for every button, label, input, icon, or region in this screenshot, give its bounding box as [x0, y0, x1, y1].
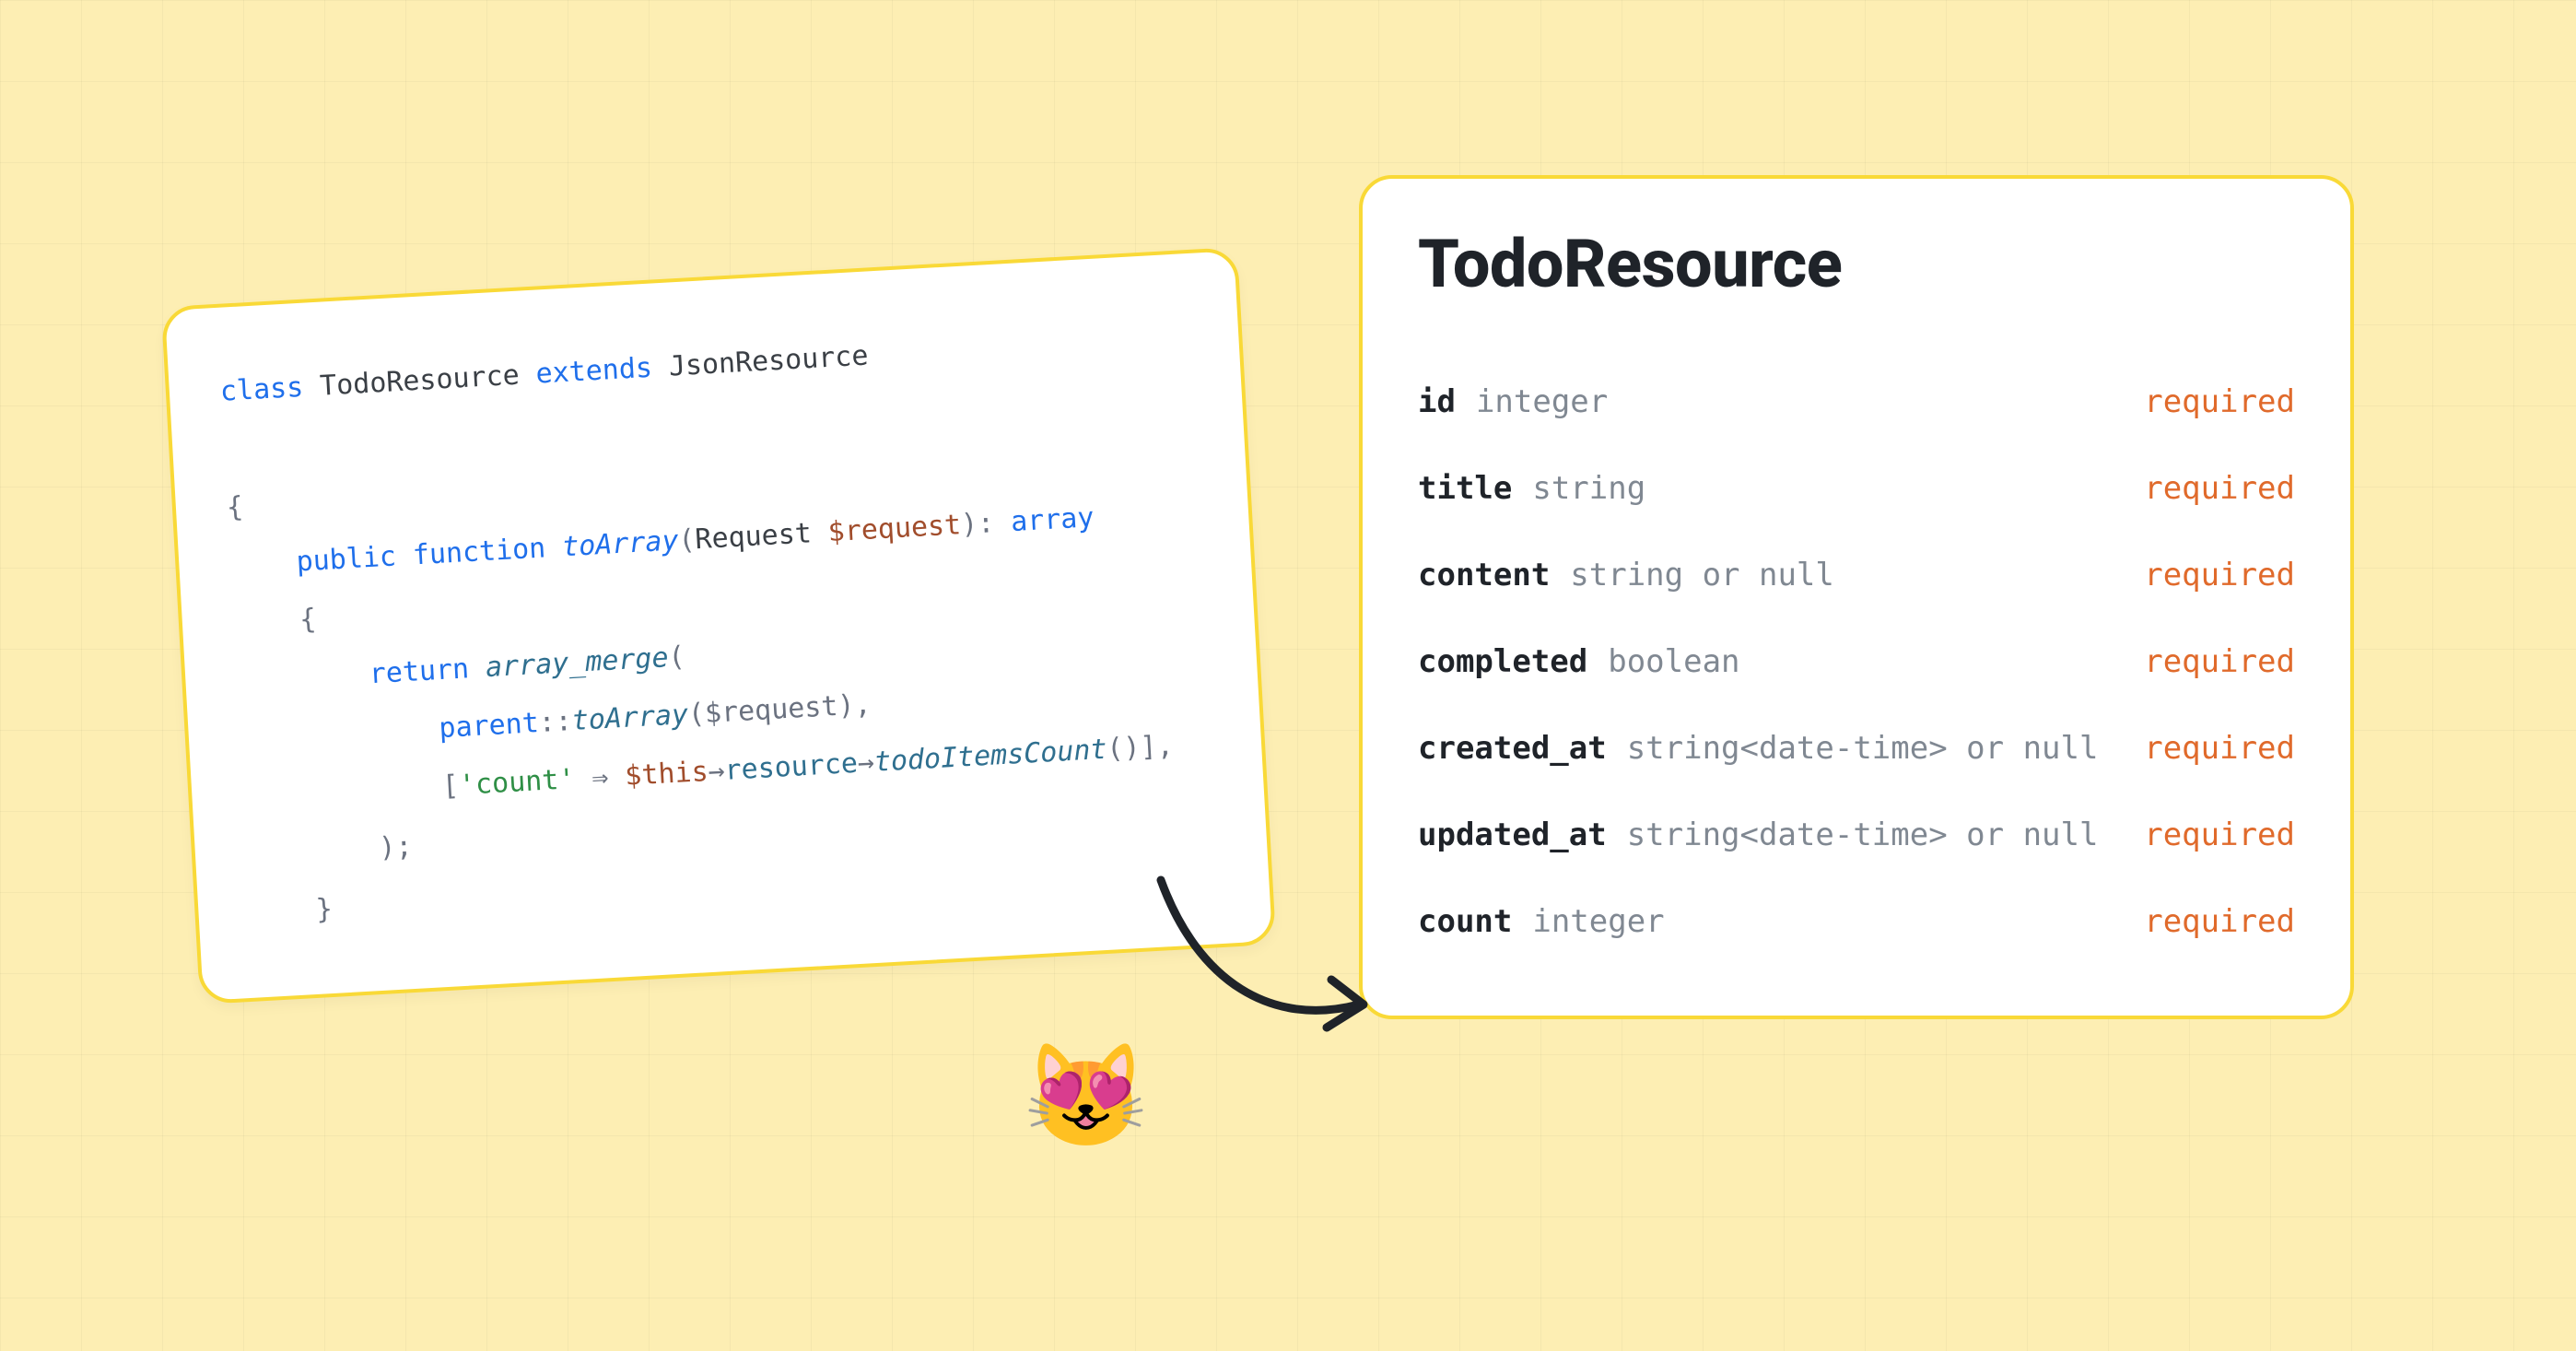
- prop-resource: resource: [724, 747, 859, 787]
- classname-todoresource: TodoResource: [319, 359, 520, 403]
- brace-close-2: }: [315, 893, 334, 926]
- schema-row: count integer required: [1418, 878, 2295, 965]
- classname-jsonresource: JsonResource: [668, 340, 869, 383]
- schema-row-left: created_at string<date-time> or null: [1418, 733, 2098, 764]
- field-name: id: [1418, 386, 1456, 417]
- call-todoitemscount: todoItemsCount: [873, 734, 1107, 779]
- field-name: content: [1418, 559, 1550, 591]
- schema-title: TodoResource: [1418, 225, 2295, 303]
- paren-open-2: (: [667, 640, 685, 674]
- field-type: integer: [1532, 906, 1664, 937]
- schema-card: TodoResource id integer required title s…: [1359, 175, 2354, 1019]
- keyword-return: return: [369, 652, 470, 690]
- schema-row: created_at string<date-time> or null req…: [1418, 705, 2295, 792]
- fn-array-merge: array_merge: [485, 641, 669, 684]
- paren-open: (: [677, 523, 696, 557]
- keyword-parent: parent: [439, 707, 540, 745]
- brace-open: {: [226, 491, 244, 524]
- field-type: boolean: [1608, 646, 1739, 677]
- keyword-class: class: [219, 371, 304, 408]
- code-snippet-card: class TodoResource extends JsonResource …: [161, 247, 1276, 1004]
- code-block: class TodoResource extends JsonResource …: [218, 309, 1219, 943]
- field-type: string<date-time> or null: [1627, 733, 2099, 764]
- schema-row-left: id integer: [1418, 386, 1608, 417]
- field-name: title: [1418, 473, 1512, 504]
- field-type: integer: [1476, 386, 1608, 417]
- schema-row-left: content string or null: [1418, 559, 1834, 591]
- return-type-array: array: [1010, 501, 1095, 538]
- field-required: required: [2144, 819, 2295, 851]
- field-required: required: [2144, 646, 2295, 677]
- schema-row: title string required: [1418, 445, 2295, 532]
- field-type: string<date-time> or null: [1627, 819, 2099, 851]
- keyword-function: function: [412, 532, 546, 571]
- field-type: string: [1532, 473, 1645, 504]
- field-name: count: [1418, 906, 1512, 937]
- string-count: 'count': [458, 763, 576, 802]
- field-required: required: [2144, 559, 2295, 591]
- schema-row: content string or null required: [1418, 532, 2295, 618]
- classname-request: Request: [695, 517, 813, 556]
- var-this: $this: [624, 756, 708, 793]
- thin-arrow-1: →: [708, 755, 726, 788]
- paren-close-colon: ):: [960, 507, 995, 541]
- call-toarray: toArray: [571, 699, 689, 737]
- brace-open-2: {: [299, 603, 317, 636]
- schema-row-left: count integer: [1418, 906, 1665, 937]
- bracket-open: [: [441, 769, 460, 803]
- field-name: completed: [1418, 646, 1587, 677]
- field-required: required: [2144, 473, 2295, 504]
- heart-eyes-cat-emoji: 😻: [1023, 1046, 1149, 1147]
- field-required: required: [2144, 906, 2295, 937]
- schema-row: updated_at string<date-time> or null req…: [1418, 792, 2295, 878]
- field-type: string or null: [1570, 559, 1834, 591]
- call-close: ()],: [1106, 730, 1174, 766]
- field-name: updated_at: [1418, 819, 1607, 851]
- keyword-extends: extends: [535, 352, 653, 391]
- paren-close-2: );: [378, 830, 413, 864]
- var-request: $request: [827, 509, 962, 548]
- fat-arrow: ⇒: [574, 760, 626, 795]
- schema-row: id integer required: [1418, 358, 2295, 445]
- schema-row-left: updated_at string<date-time> or null: [1418, 819, 2098, 851]
- schema-row-left: title string: [1418, 473, 1645, 504]
- schema-row: completed boolean required: [1418, 618, 2295, 705]
- schema-row-left: completed boolean: [1418, 646, 1740, 677]
- keyword-public: public: [296, 540, 397, 578]
- field-required: required: [2144, 733, 2295, 764]
- field-required: required: [2144, 386, 2295, 417]
- field-name: created_at: [1418, 733, 1607, 764]
- double-colon: ::: [538, 705, 573, 739]
- args-request: ($request),: [687, 688, 872, 731]
- fn-toarray: toArray: [561, 524, 679, 563]
